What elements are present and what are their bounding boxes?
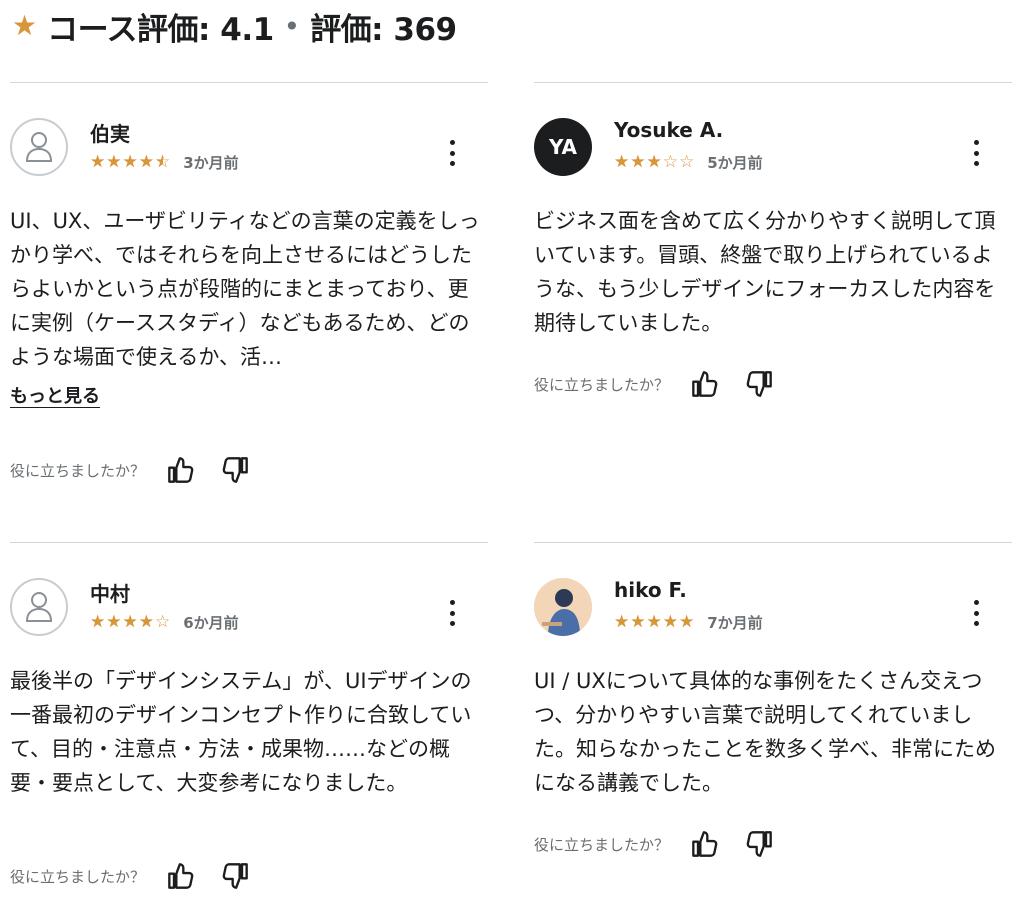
thumbs-up-icon[interactable]: [165, 860, 197, 892]
divider: [534, 82, 1012, 83]
more-options-icon[interactable]: [442, 598, 462, 628]
reviewer-name: 中村: [90, 582, 130, 606]
helpful-row: 役に立ちましたか？: [534, 828, 775, 860]
user-outline-icon: [10, 578, 68, 636]
divider: [10, 542, 488, 543]
review-card: hiko F. ☆☆☆☆☆ ★★★★★ 7か月前 UI / UXについて具体的な事…: [534, 542, 1012, 901]
star-rating: ☆☆☆☆☆★★★★★: [90, 152, 172, 172]
review-text: ビジネス面を含めて広く分かりやすく説明して頂いています。冒頭、終盤で取り上げられ…: [534, 209, 996, 335]
review-rating: ☆☆☆☆☆ ★★★★★ 7か月前: [614, 612, 763, 633]
helpful-prompt: 役に立ちましたか？: [534, 835, 670, 854]
more-options-icon[interactable]: [966, 598, 986, 628]
show-more-link[interactable]: もっと見る: [10, 382, 100, 408]
divider: [534, 542, 1012, 543]
course-rating-title: コース評価: 4.1: [47, 11, 274, 48]
helpful-prompt: 役に立ちましたか？: [10, 461, 146, 480]
star-icon: ★: [12, 9, 38, 42]
thumbs-down-icon[interactable]: [219, 454, 251, 486]
review-card: YA Yosuke A. ☆☆☆☆☆★★★★★ 5か月前 ビジネス面を含めて広く…: [534, 82, 1012, 512]
review-date: 5か月前: [707, 154, 763, 172]
helpful-prompt: 役に立ちましたか？: [534, 375, 670, 394]
review-date: 7か月前: [707, 614, 763, 632]
review-card: 伯実 ☆☆☆☆☆★★★★★ 3か月前 UI、UX、ユーザビリティなどの言葉の定義…: [10, 82, 488, 512]
review-rating: ☆☆☆☆☆★★★★★ 5か月前: [614, 152, 763, 173]
reviewer-name: 伯実: [90, 122, 130, 146]
thumbs-down-icon[interactable]: [743, 368, 775, 400]
review-date: 6か月前: [183, 614, 239, 632]
review-rating: ☆☆☆☆☆★★★★★ 3か月前: [90, 152, 239, 173]
thumbs-up-icon[interactable]: [165, 454, 197, 486]
user-outline-icon: [10, 118, 68, 176]
star-rating: ☆☆☆☆☆★★★★★: [614, 612, 696, 632]
photo-avatar: [534, 578, 592, 636]
review-card: 中村 ☆☆☆☆☆★★★★★ 6か月前 最後半の「デザインシステム」が、UIデザイ…: [10, 542, 488, 901]
avatar: YA: [534, 118, 592, 176]
thumbs-down-icon[interactable]: [743, 828, 775, 860]
thumbs-down-icon[interactable]: [219, 860, 251, 892]
course-rating-header: ★ コース評価: 4.1 • 評価: 369: [12, 6, 457, 48]
thumbs-up-icon[interactable]: [689, 828, 721, 860]
review-date: 3か月前: [183, 154, 239, 172]
reviewer-name: hiko F.: [614, 578, 687, 602]
helpful-row: 役に立ちましたか？: [534, 368, 775, 400]
review-text: 最後半の「デザインシステム」が、UIデザインの一番最初のデザインコンセプト作りに…: [10, 669, 472, 795]
star-rating: ☆☆☆☆☆★★★★★: [90, 612, 172, 632]
divider: [10, 82, 488, 83]
more-options-icon[interactable]: [966, 138, 986, 168]
helpful-row: 役に立ちましたか？: [10, 860, 251, 892]
star-rating: ☆☆☆☆☆★★★★★: [614, 152, 696, 172]
helpful-prompt: 役に立ちましたか？: [10, 867, 146, 886]
more-options-icon[interactable]: [442, 138, 462, 168]
helpful-row: 役に立ちましたか？: [10, 454, 251, 486]
separator-dot: •: [283, 9, 301, 43]
review-rating: ☆☆☆☆☆★★★★★ 6か月前: [90, 612, 239, 633]
rating-count: 評価: 369: [310, 11, 457, 48]
review-text: UI / UXについて具体的な事例をたくさん交えつつ、分かりやすい言葉で説明して…: [534, 669, 996, 795]
review-text: UI、UX、ユーザビリティなどの言葉の定義をしっかり学べ、ではそれらを向上させる…: [10, 209, 480, 369]
reviewer-name: Yosuke A.: [614, 118, 724, 142]
thumbs-up-icon[interactable]: [689, 368, 721, 400]
